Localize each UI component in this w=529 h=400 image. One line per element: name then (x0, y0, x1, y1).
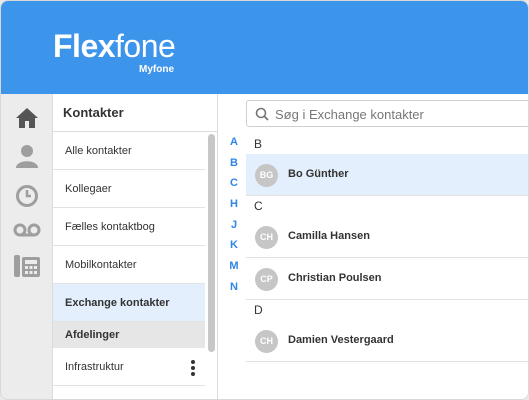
alphabet-index: A B C H J K M N (227, 136, 241, 302)
icon-sidebar (1, 94, 53, 399)
menu-item-colleagues[interactable]: Kollegaer (53, 170, 205, 208)
contacts-panel: Kontakter Alle kontakter Kollegaer Fælle… (53, 94, 218, 399)
alpha-link-n[interactable]: N (227, 281, 241, 302)
panel-title: Kontakter (53, 94, 217, 132)
person-icon[interactable] (13, 142, 41, 170)
menu-item-mobile-contacts[interactable]: Mobilkontakter (53, 246, 205, 284)
contact-list-area: A B C H J K M N B BG Bo Günther C CH Cam… (219, 94, 528, 399)
app-header: Flexfone Myfone (1, 1, 528, 94)
alpha-link-k[interactable]: K (227, 239, 241, 260)
alpha-link-b[interactable]: B (227, 157, 241, 178)
contact-name: Damien Vestergaard (288, 334, 394, 346)
menu-item-label: Infrastruktur (65, 361, 124, 373)
contact-name: Camilla Hansen (288, 230, 370, 242)
avatar: CP (255, 268, 278, 291)
voicemail-icon[interactable] (13, 216, 41, 244)
contact-name: Christian Poulsen (288, 272, 382, 284)
scrollbar-thumb[interactable] (208, 134, 215, 352)
alpha-link-h[interactable]: H (227, 198, 241, 219)
flexfone-logo: Flexfone Myfone (53, 28, 176, 75)
logo-subtitle: Myfone (139, 64, 174, 75)
contact-row[interactable]: CH Camilla Hansen (246, 216, 528, 258)
search-icon (255, 107, 269, 126)
contact-list: B BG Bo Günther C CH Camilla Hansen CP C… (246, 134, 528, 362)
alpha-link-a[interactable]: A (227, 136, 241, 157)
more-options-icon[interactable] (191, 360, 195, 376)
section-header-departments: Afdelinger (53, 322, 205, 348)
letter-header-d: D (246, 300, 528, 320)
home-icon[interactable] (13, 104, 41, 132)
letter-header-b: B (246, 134, 528, 154)
avatar: CH (255, 330, 278, 353)
alpha-link-m[interactable]: M (227, 260, 241, 281)
logo-text-bold: Flex (53, 28, 116, 64)
clock-icon[interactable] (13, 182, 41, 210)
contact-row[interactable]: CH Damien Vestergaard (246, 320, 528, 362)
menu-item-exchange-contacts[interactable]: Exchange kontakter (53, 284, 205, 322)
contact-row[interactable]: CP Christian Poulsen (246, 258, 528, 300)
alpha-link-j[interactable]: J (227, 219, 241, 240)
contact-name: Bo Günther (288, 168, 349, 180)
search-input[interactable] (275, 104, 515, 124)
app-window: Flexfone Myfone Kontakter Alle kontakter… (0, 0, 529, 400)
menu-item-infrastructure[interactable]: Infrastruktur (53, 348, 205, 386)
avatar: CH (255, 226, 278, 249)
contact-row[interactable]: BG Bo Günther (246, 154, 528, 196)
menu-item-shared-contact-book[interactable]: Fælles kontaktbog (53, 208, 205, 246)
desk-phone-icon[interactable] (13, 251, 41, 279)
alpha-link-c[interactable]: C (227, 177, 241, 198)
avatar: BG (255, 164, 278, 187)
search-box[interactable] (246, 100, 528, 127)
logo-text-light: fone (115, 28, 176, 64)
menu-item-all-contacts[interactable]: Alle kontakter (53, 132, 205, 170)
letter-header-c: C (246, 196, 528, 216)
